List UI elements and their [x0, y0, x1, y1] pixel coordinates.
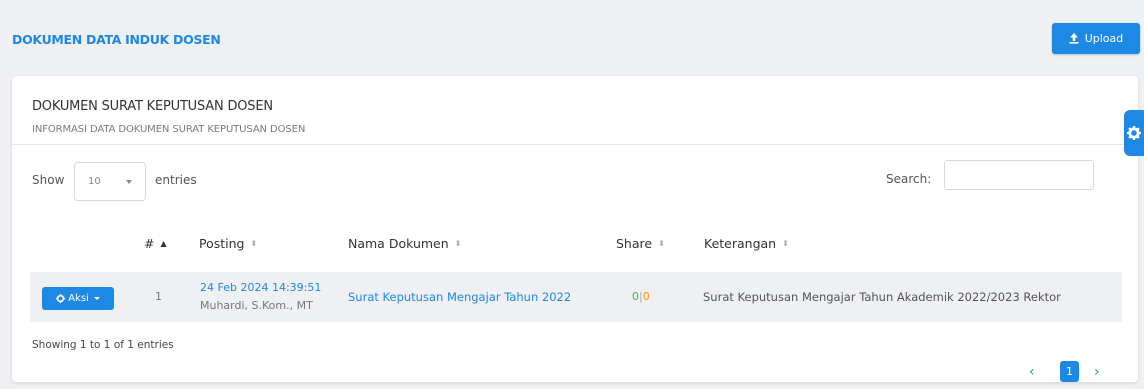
- aksi-label: Aksi: [68, 293, 89, 304]
- table-row: Aksi 1 24 Feb 2024 14:39:51 Muhardi, S.K…: [30, 272, 1122, 322]
- row-number: 1: [155, 290, 162, 303]
- col-header-nama-dokumen[interactable]: Nama Dokumen ⬍: [348, 236, 461, 251]
- upload-label: Upload: [1084, 32, 1124, 45]
- card-divider: [12, 144, 1138, 145]
- document-card: DOKUMEN SURAT KEPUTUSAN DOSEN INFORMASI …: [12, 76, 1138, 382]
- sort-icon: ⬍: [782, 239, 789, 248]
- page-button-current[interactable]: 1: [1060, 361, 1079, 382]
- upload-icon: [1069, 33, 1079, 44]
- card-title: DOKUMEN SURAT KEPUTUSAN DOSEN: [32, 99, 273, 114]
- col-header-keterangan[interactable]: Keterangan ⬍: [704, 236, 789, 251]
- posting-user: Muhardi, S.Kom., MT: [200, 299, 313, 312]
- sort-asc-icon: ▲: [160, 239, 167, 248]
- upload-button[interactable]: Upload: [1052, 23, 1140, 54]
- posting-date-link[interactable]: 24 Feb 2024 14:39:51: [200, 281, 321, 294]
- gear-icon: [1127, 126, 1141, 140]
- col-header-number[interactable]: # ▲: [144, 236, 167, 251]
- entries-label: entries: [155, 173, 197, 187]
- chevron-left-icon[interactable]: ‹: [1029, 364, 1035, 380]
- card-subtitle: INFORMASI DATA DOKUMEN SURAT KEPUTUSAN D…: [32, 124, 306, 135]
- show-label: Show: [32, 173, 65, 187]
- page-title: DOKUMEN DATA INDUK DOSEN: [12, 32, 221, 47]
- sort-icon: ⬍: [454, 239, 462, 248]
- sort-icon: ⬍: [250, 239, 258, 248]
- settings-tab[interactable]: [1124, 110, 1144, 156]
- gear-icon: [56, 294, 66, 303]
- search-input[interactable]: [944, 160, 1094, 190]
- col-header-share[interactable]: Share ⬍: [616, 236, 665, 251]
- col-header-posting[interactable]: Posting ⬍: [199, 236, 257, 251]
- document-name-link[interactable]: Surat Keputusan Mengajar Tahun 2022: [348, 290, 571, 304]
- table-info: Showing 1 to 1 of 1 entries: [32, 339, 174, 351]
- sort-icon: ⬍: [658, 239, 665, 248]
- keterangan-text: Surat Keputusan Mengajar Tahun Akademik …: [703, 290, 1061, 304]
- chevron-down-icon: [93, 297, 100, 300]
- share-count: 0|0: [632, 290, 650, 303]
- search-label: Search:: [886, 172, 932, 186]
- chevron-down-icon: [126, 180, 132, 184]
- entries-length-select[interactable]: 10: [74, 162, 146, 201]
- chevron-right-icon[interactable]: ›: [1094, 364, 1100, 380]
- aksi-button[interactable]: Aksi: [42, 287, 114, 310]
- entries-length-value: 10: [88, 176, 101, 187]
